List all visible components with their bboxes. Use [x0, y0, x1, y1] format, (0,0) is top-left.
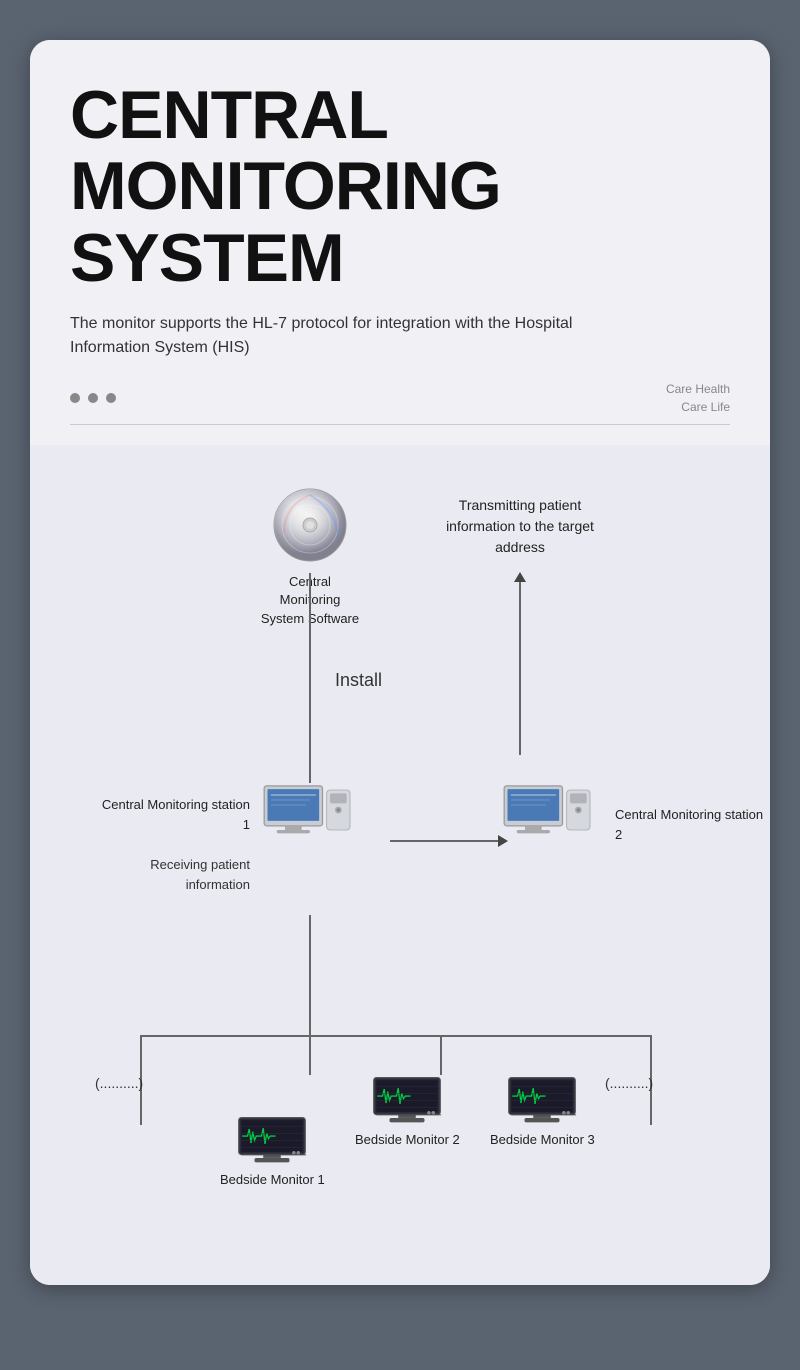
line-cd-down	[309, 573, 311, 783]
dot-2	[88, 393, 98, 403]
receiving-label: Receiving patient information	[100, 855, 250, 894]
station1-label: Central Monitoring station 1	[100, 795, 250, 834]
bedside2-container: Bedside Monitor 2	[355, 1075, 460, 1149]
dot-3	[106, 393, 116, 403]
workstation2-icon	[500, 780, 600, 850]
bedside2-label: Bedside Monitor 2	[355, 1131, 460, 1149]
title-line1: CENTRAL	[70, 77, 388, 153]
title-line2: MONITORING SYSTEM	[70, 148, 501, 295]
bedside1-icon	[237, 1115, 307, 1165]
line-main-vertical	[309, 915, 311, 1035]
arrow-right	[390, 840, 500, 842]
line-drop-2	[309, 1035, 311, 1075]
workstation1-icon	[260, 780, 360, 850]
bedside3-icon	[507, 1075, 577, 1125]
diagram-section: Central Monitoring System Software Trans…	[30, 445, 770, 1285]
station2-label: Central Monitoring station 2	[615, 805, 765, 844]
install-label: Install	[335, 670, 382, 691]
bedside1-label: Bedside Monitor 1	[220, 1171, 325, 1189]
main-title: CENTRAL MONITORING SYSTEM	[70, 80, 730, 294]
cd-icon	[270, 485, 350, 565]
dots-label-left: (..........)	[95, 1075, 143, 1091]
subtitle-text: The monitor supports the HL-7 protocol f…	[70, 312, 650, 360]
bedside3-container: Bedside Monitor 3	[490, 1075, 595, 1149]
bedside1-container: Bedside Monitor 1	[220, 1115, 325, 1189]
line-horizontal-spread	[140, 1035, 650, 1037]
branding-line1: Care Health	[666, 382, 730, 396]
transmit-label: Transmitting patient information to the …	[430, 495, 610, 558]
station1-container	[260, 780, 360, 850]
dot-1	[70, 393, 80, 403]
dots-row: Care Health Care Life	[70, 380, 730, 416]
diagram-inner: Central Monitoring System Software Trans…	[50, 485, 750, 1235]
top-section: CENTRAL MONITORING SYSTEM The monitor su…	[30, 40, 770, 445]
dots-label-right: (..........)	[605, 1075, 653, 1091]
branding: Care Health Care Life	[666, 380, 730, 416]
arrow-up	[519, 580, 521, 755]
main-card: CENTRAL MONITORING SYSTEM The monitor su…	[30, 40, 770, 1285]
station2-container	[500, 780, 600, 850]
section-divider	[70, 424, 730, 425]
line-drop-3	[440, 1035, 442, 1075]
branding-line2: Care Life	[681, 400, 730, 414]
bedside3-label: Bedside Monitor 3	[490, 1131, 595, 1149]
nav-dots	[70, 393, 116, 403]
bedside2-icon	[372, 1075, 442, 1125]
